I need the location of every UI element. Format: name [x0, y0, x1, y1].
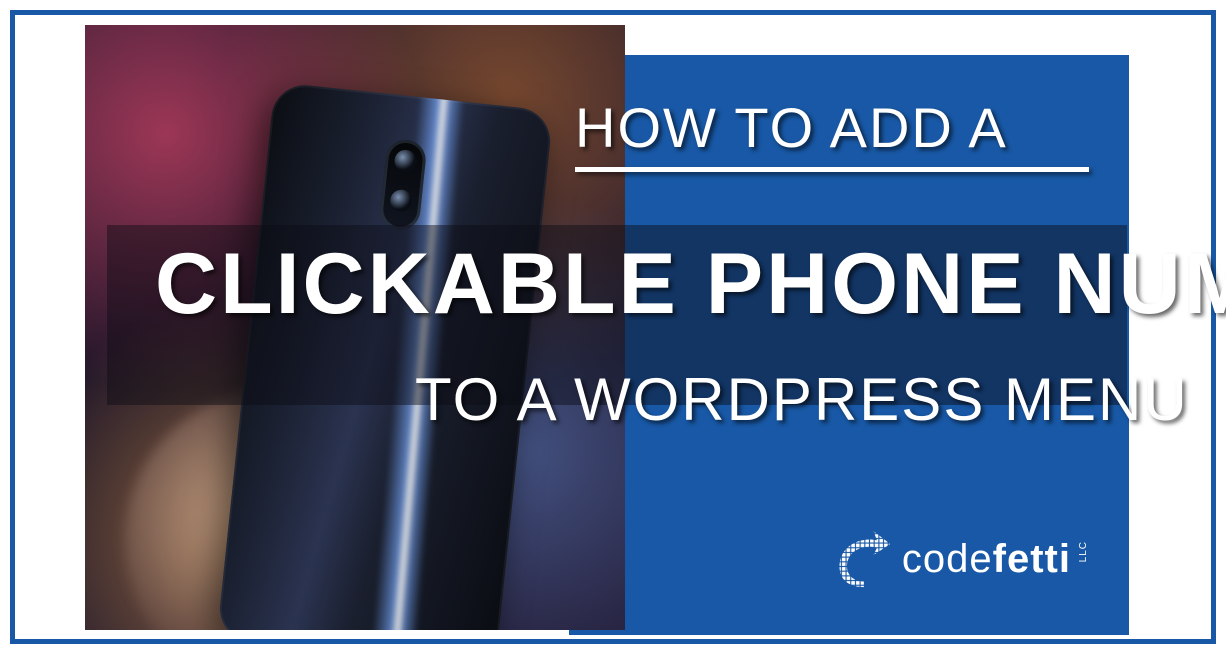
border-frame: HOW TO ADD A CLICKABLE PHONE NUMBER TO A…: [10, 10, 1216, 644]
brand-name-bold: fetti: [993, 537, 1071, 581]
title-line-2: CLICKABLE PHONE NUMBER: [155, 235, 1226, 334]
brand-suffix: LLC: [1078, 541, 1089, 562]
brand-logo: codefetti LLC: [832, 529, 1071, 589]
brand-name-light: code: [902, 537, 993, 581]
arrow-grid-icon: [832, 529, 892, 589]
brand-wordmark: codefetti LLC: [902, 537, 1071, 582]
title-underline: [575, 167, 1089, 172]
title-line-3: TO A WORDPRESS MENU: [415, 365, 1189, 434]
title-line-1: HOW TO ADD A: [575, 95, 1008, 160]
canvas: HOW TO ADD A CLICKABLE PHONE NUMBER TO A…: [0, 0, 1226, 654]
